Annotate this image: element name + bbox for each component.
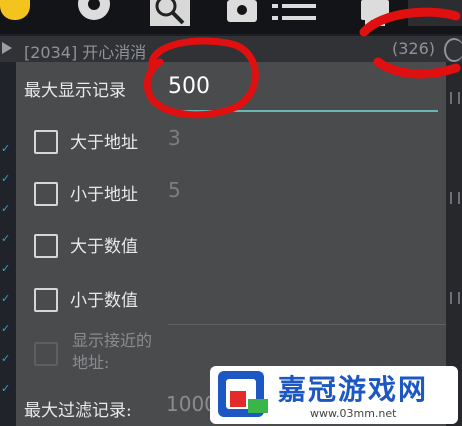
emoji-icon[interactable]: [0, 0, 30, 20]
site-watermark: 嘉冠游戏网 www.03mm.net: [210, 366, 458, 424]
gear-icon[interactable]: [72, 0, 116, 24]
check-icon: ✓: [1, 322, 11, 335]
check-icon: ✓: [1, 292, 11, 305]
watermark-title: 嘉冠游戏网: [278, 373, 429, 406]
max-display-label: 最大显示记录: [24, 81, 126, 101]
check-icon: ✓: [1, 232, 11, 245]
pause-icon: [450, 192, 460, 204]
pause-icon: [450, 92, 460, 104]
close-icon[interactable]: [444, 38, 462, 62]
max-filter-label: 最大过滤记录:: [24, 401, 132, 421]
option-row-greater-value[interactable]: 大于数值: [34, 230, 444, 264]
check-icon: ✓: [1, 202, 11, 215]
play-icon[interactable]: [2, 42, 12, 54]
greater-address-label: 大于地址: [70, 133, 138, 153]
option-row-greater-address[interactable]: 大于地址 3: [34, 126, 444, 160]
process-name: [2034] 开心消消: [24, 43, 147, 62]
show-near-checkbox[interactable]: [34, 342, 58, 366]
less-address-label: 小于地址: [70, 185, 138, 205]
top-toolbar: [0, 0, 462, 34]
less-value-checkbox[interactable]: [34, 288, 58, 312]
option-row-less-address[interactable]: 小于地址 5: [34, 178, 444, 212]
process-count: (326): [392, 39, 436, 58]
watermark-logo: [218, 371, 268, 417]
check-icon: ✓: [1, 172, 11, 185]
camera-icon[interactable]: [225, 0, 259, 26]
option-row-less-value[interactable]: 小于数值: [34, 284, 444, 318]
check-icon: ✓: [1, 382, 11, 395]
less-value-label: 小于数值: [70, 291, 138, 311]
left-edge-list: ✓ ✓ ✓ ✓ ✓ ✓ ✓ ✓ ✓: [0, 62, 16, 426]
max-display-value[interactable]: 500: [168, 74, 210, 99]
less-address-checkbox[interactable]: [34, 182, 58, 206]
check-icon: ✓: [1, 352, 11, 365]
greater-value-label: 大于数值: [70, 237, 138, 257]
watermark-url: www.03mm.net: [310, 407, 397, 420]
check-icon: ✓: [1, 142, 11, 155]
pause-icon: [450, 292, 460, 304]
toolbar-right-button[interactable]: [408, 0, 462, 26]
greater-value-checkbox[interactable]: [34, 234, 58, 258]
search-icon[interactable]: [150, 0, 190, 26]
check-icon: ✓: [1, 262, 11, 275]
less-address-input[interactable]: 5: [168, 178, 181, 202]
show-near-label: 显示接近的地址:: [72, 331, 153, 372]
divider: [168, 324, 446, 325]
process-row[interactable]: [2034] 开心消消 (326): [0, 36, 462, 62]
android-icon[interactable]: [355, 0, 395, 26]
list-icon[interactable]: [270, 0, 318, 26]
max-display-input[interactable]: 500: [166, 68, 438, 112]
greater-address-checkbox[interactable]: [34, 130, 58, 154]
greater-address-input[interactable]: 3: [168, 126, 181, 150]
